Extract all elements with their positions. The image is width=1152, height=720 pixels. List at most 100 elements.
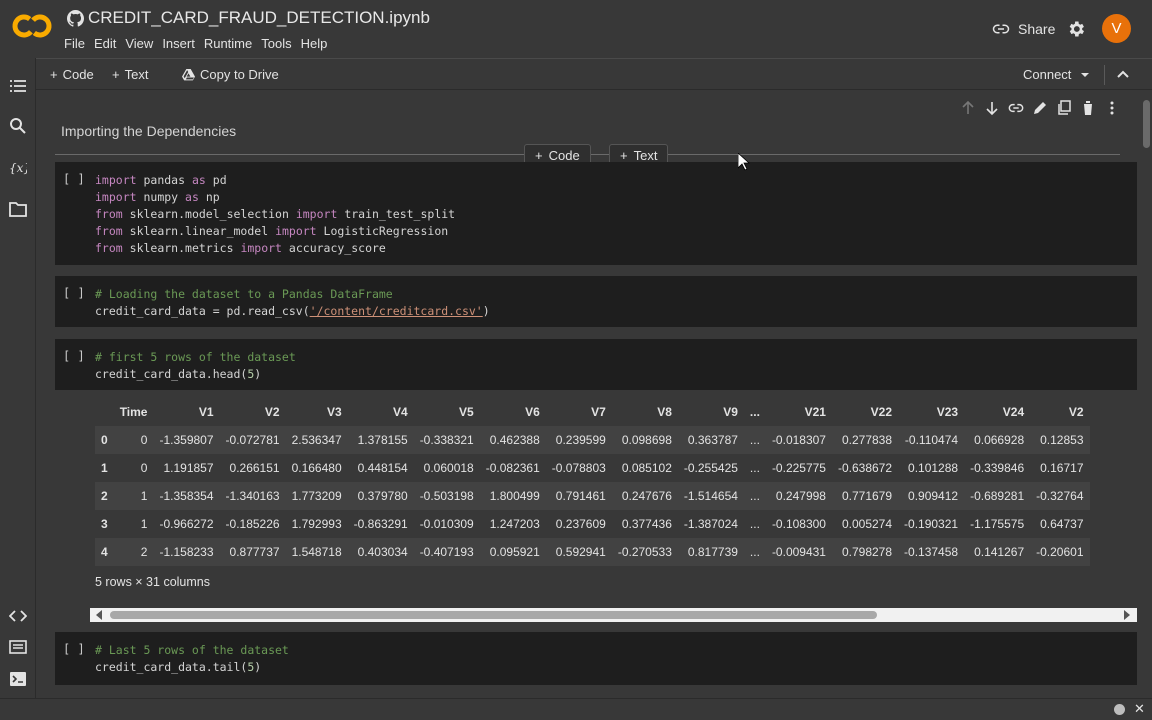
move-up-icon[interactable] — [960, 100, 976, 116]
run-cell-button[interactable]: [ ] — [63, 172, 85, 186]
table-cell: 0 — [140, 433, 148, 447]
table-cell: -0.082361 — [485, 461, 540, 475]
table-cell: -1.358354 — [159, 489, 214, 503]
table-cell: 1 — [140, 517, 148, 531]
table-cell: 1.378155 — [357, 433, 408, 447]
table-cell: 0.005274 — [841, 517, 893, 531]
delete-icon[interactable] — [1080, 100, 1096, 116]
colab-logo[interactable] — [12, 12, 52, 40]
table-cell: 0.085102 — [621, 461, 672, 475]
chevron-up-icon[interactable] — [1116, 67, 1130, 81]
column-header: V24 — [1002, 405, 1025, 419]
table-cell: ... — [749, 489, 760, 503]
row-index: 1 — [101, 461, 108, 475]
table-cell: -0.185226 — [225, 517, 280, 531]
menu-file[interactable]: File — [64, 36, 91, 51]
code-editor[interactable]: # Last 5 rows of the dataset credit_card… — [95, 642, 289, 676]
code-comment: # first 5 rows of the dataset — [95, 350, 296, 364]
dropdown-arrow-icon[interactable] — [1080, 70, 1090, 80]
table-cell: 1 — [140, 489, 148, 503]
variables-icon[interactable]: {x} — [9, 158, 27, 176]
move-down-icon[interactable] — [984, 100, 1000, 116]
title-row: CREDIT_CARD_FRAUD_DETECTION.ipynb — [67, 8, 430, 28]
code-comment: # Loading the dataset to a Pandas DataFr… — [95, 287, 393, 301]
plus-icon: + — [112, 67, 120, 82]
command-palette-icon[interactable] — [9, 638, 27, 656]
code-token: np — [205, 190, 220, 204]
run-cell-button[interactable]: [ ] — [63, 349, 85, 363]
notebook-title[interactable]: CREDIT_CARD_FRAUD_DETECTION.ipynb — [88, 8, 430, 28]
connect-button[interactable]: Connect — [1023, 67, 1090, 82]
code-token: train_test_split — [344, 207, 456, 221]
run-cell-button[interactable]: [ ] — [63, 286, 85, 300]
link-icon — [992, 24, 1010, 34]
menu-help[interactable]: Help — [301, 36, 334, 51]
table-cell: -0.072781 — [225, 433, 280, 447]
close-icon[interactable]: ✕ — [1134, 701, 1145, 717]
code-token: numpy — [143, 190, 179, 204]
horizontal-scroll-thumb[interactable] — [110, 611, 877, 619]
table-cell: 0.64737 — [1040, 517, 1084, 531]
add-code-button[interactable]: + Code — [50, 67, 94, 82]
vertical-scrollbar[interactable] — [1142, 91, 1152, 698]
edit-icon[interactable] — [1032, 100, 1048, 116]
run-cell-button[interactable]: [ ] — [63, 642, 85, 656]
scroll-left-arrow-icon[interactable] — [96, 610, 102, 620]
table-cell: -0.503198 — [419, 489, 474, 503]
code-editor[interactable]: # Loading the dataset to a Pandas DataFr… — [95, 286, 490, 320]
table-cell: -0.137458 — [904, 545, 959, 559]
table-cell: 1.247203 — [489, 517, 540, 531]
code-snippets-icon[interactable] — [9, 607, 27, 625]
mirror-cell-icon[interactable] — [1056, 100, 1072, 116]
code-cell-imports[interactable]: [ ] import pandas as pd import numpy as … — [55, 162, 1137, 265]
table-cell: ... — [749, 461, 760, 475]
code-editor[interactable]: # first 5 rows of the dataset credit_car… — [95, 349, 296, 383]
column-header: V4 — [393, 405, 408, 419]
github-icon[interactable] — [67, 9, 84, 27]
menu-view[interactable]: View — [125, 36, 159, 51]
code-token: sklearn.linear_model — [129, 224, 269, 238]
table-cell: 2.536347 — [291, 433, 342, 447]
folder-icon[interactable] — [9, 200, 27, 218]
table-row: 4 2 -1.158233 0.877737 1.548718 0.403034 -0.40… — [95, 538, 1090, 566]
gear-icon[interactable] — [1066, 19, 1086, 39]
code-token: from — [95, 224, 123, 238]
more-options-icon[interactable] — [1104, 100, 1120, 116]
colab-app: CREDIT_CARD_FRAUD_DETECTION.ipynb File E… — [0, 0, 1152, 720]
header: CREDIT_CARD_FRAUD_DETECTION.ipynb File E… — [0, 0, 1152, 58]
table-cell: -0.010309 — [419, 517, 474, 531]
table-cell: -0.689281 — [970, 489, 1025, 503]
menu-edit[interactable]: Edit — [94, 36, 122, 51]
code-editor[interactable]: import pandas as pd import numpy as np f… — [95, 172, 455, 257]
code-token: import — [95, 190, 137, 204]
table-of-contents-icon[interactable] — [9, 77, 27, 95]
insert-text-label: Text — [633, 147, 658, 163]
link-icon[interactable] — [1008, 100, 1024, 116]
text-cell[interactable]: Importing the Dependencies — [55, 118, 1137, 144]
share-button[interactable]: Share — [992, 20, 1055, 38]
table-cell: ... — [749, 545, 760, 559]
code-cell-head[interactable]: [ ] # first 5 rows of the dataset credit… — [55, 339, 1137, 390]
copy-to-drive-button[interactable]: Copy to Drive — [182, 67, 279, 82]
scroll-right-arrow-icon[interactable] — [1124, 610, 1130, 620]
table-row: 3 1 -0.966272 -0.185226 1.792993 -0.863291 -0.… — [95, 510, 1090, 538]
search-icon[interactable] — [9, 117, 27, 135]
table-cell: 0.095921 — [489, 545, 540, 559]
avatar[interactable]: V — [1102, 14, 1131, 43]
code-cell-tail[interactable]: [ ] # Last 5 rows of the dataset credit_… — [55, 632, 1137, 685]
table-cell: 0 — [140, 461, 148, 475]
code-cell-load-dataset[interactable]: [ ] # Loading the dataset to a Pandas Da… — [55, 276, 1137, 327]
cell-toolbar — [960, 100, 1120, 116]
row-index: 4 — [101, 545, 108, 559]
table-cell: -0.32764 — [1036, 489, 1084, 503]
runtime-status-icon[interactable] — [1114, 704, 1125, 715]
menu-runtime[interactable]: Runtime — [204, 36, 258, 51]
code-token: import — [95, 173, 137, 187]
menu-tools[interactable]: Tools — [261, 36, 297, 51]
terminal-icon[interactable] — [9, 670, 27, 688]
row-index: 3 — [101, 517, 108, 531]
code-token: credit_card_data.head( — [95, 367, 248, 381]
vertical-scroll-thumb[interactable] — [1143, 100, 1150, 148]
add-text-button[interactable]: + Text — [112, 67, 148, 82]
menu-insert[interactable]: Insert — [162, 36, 201, 51]
